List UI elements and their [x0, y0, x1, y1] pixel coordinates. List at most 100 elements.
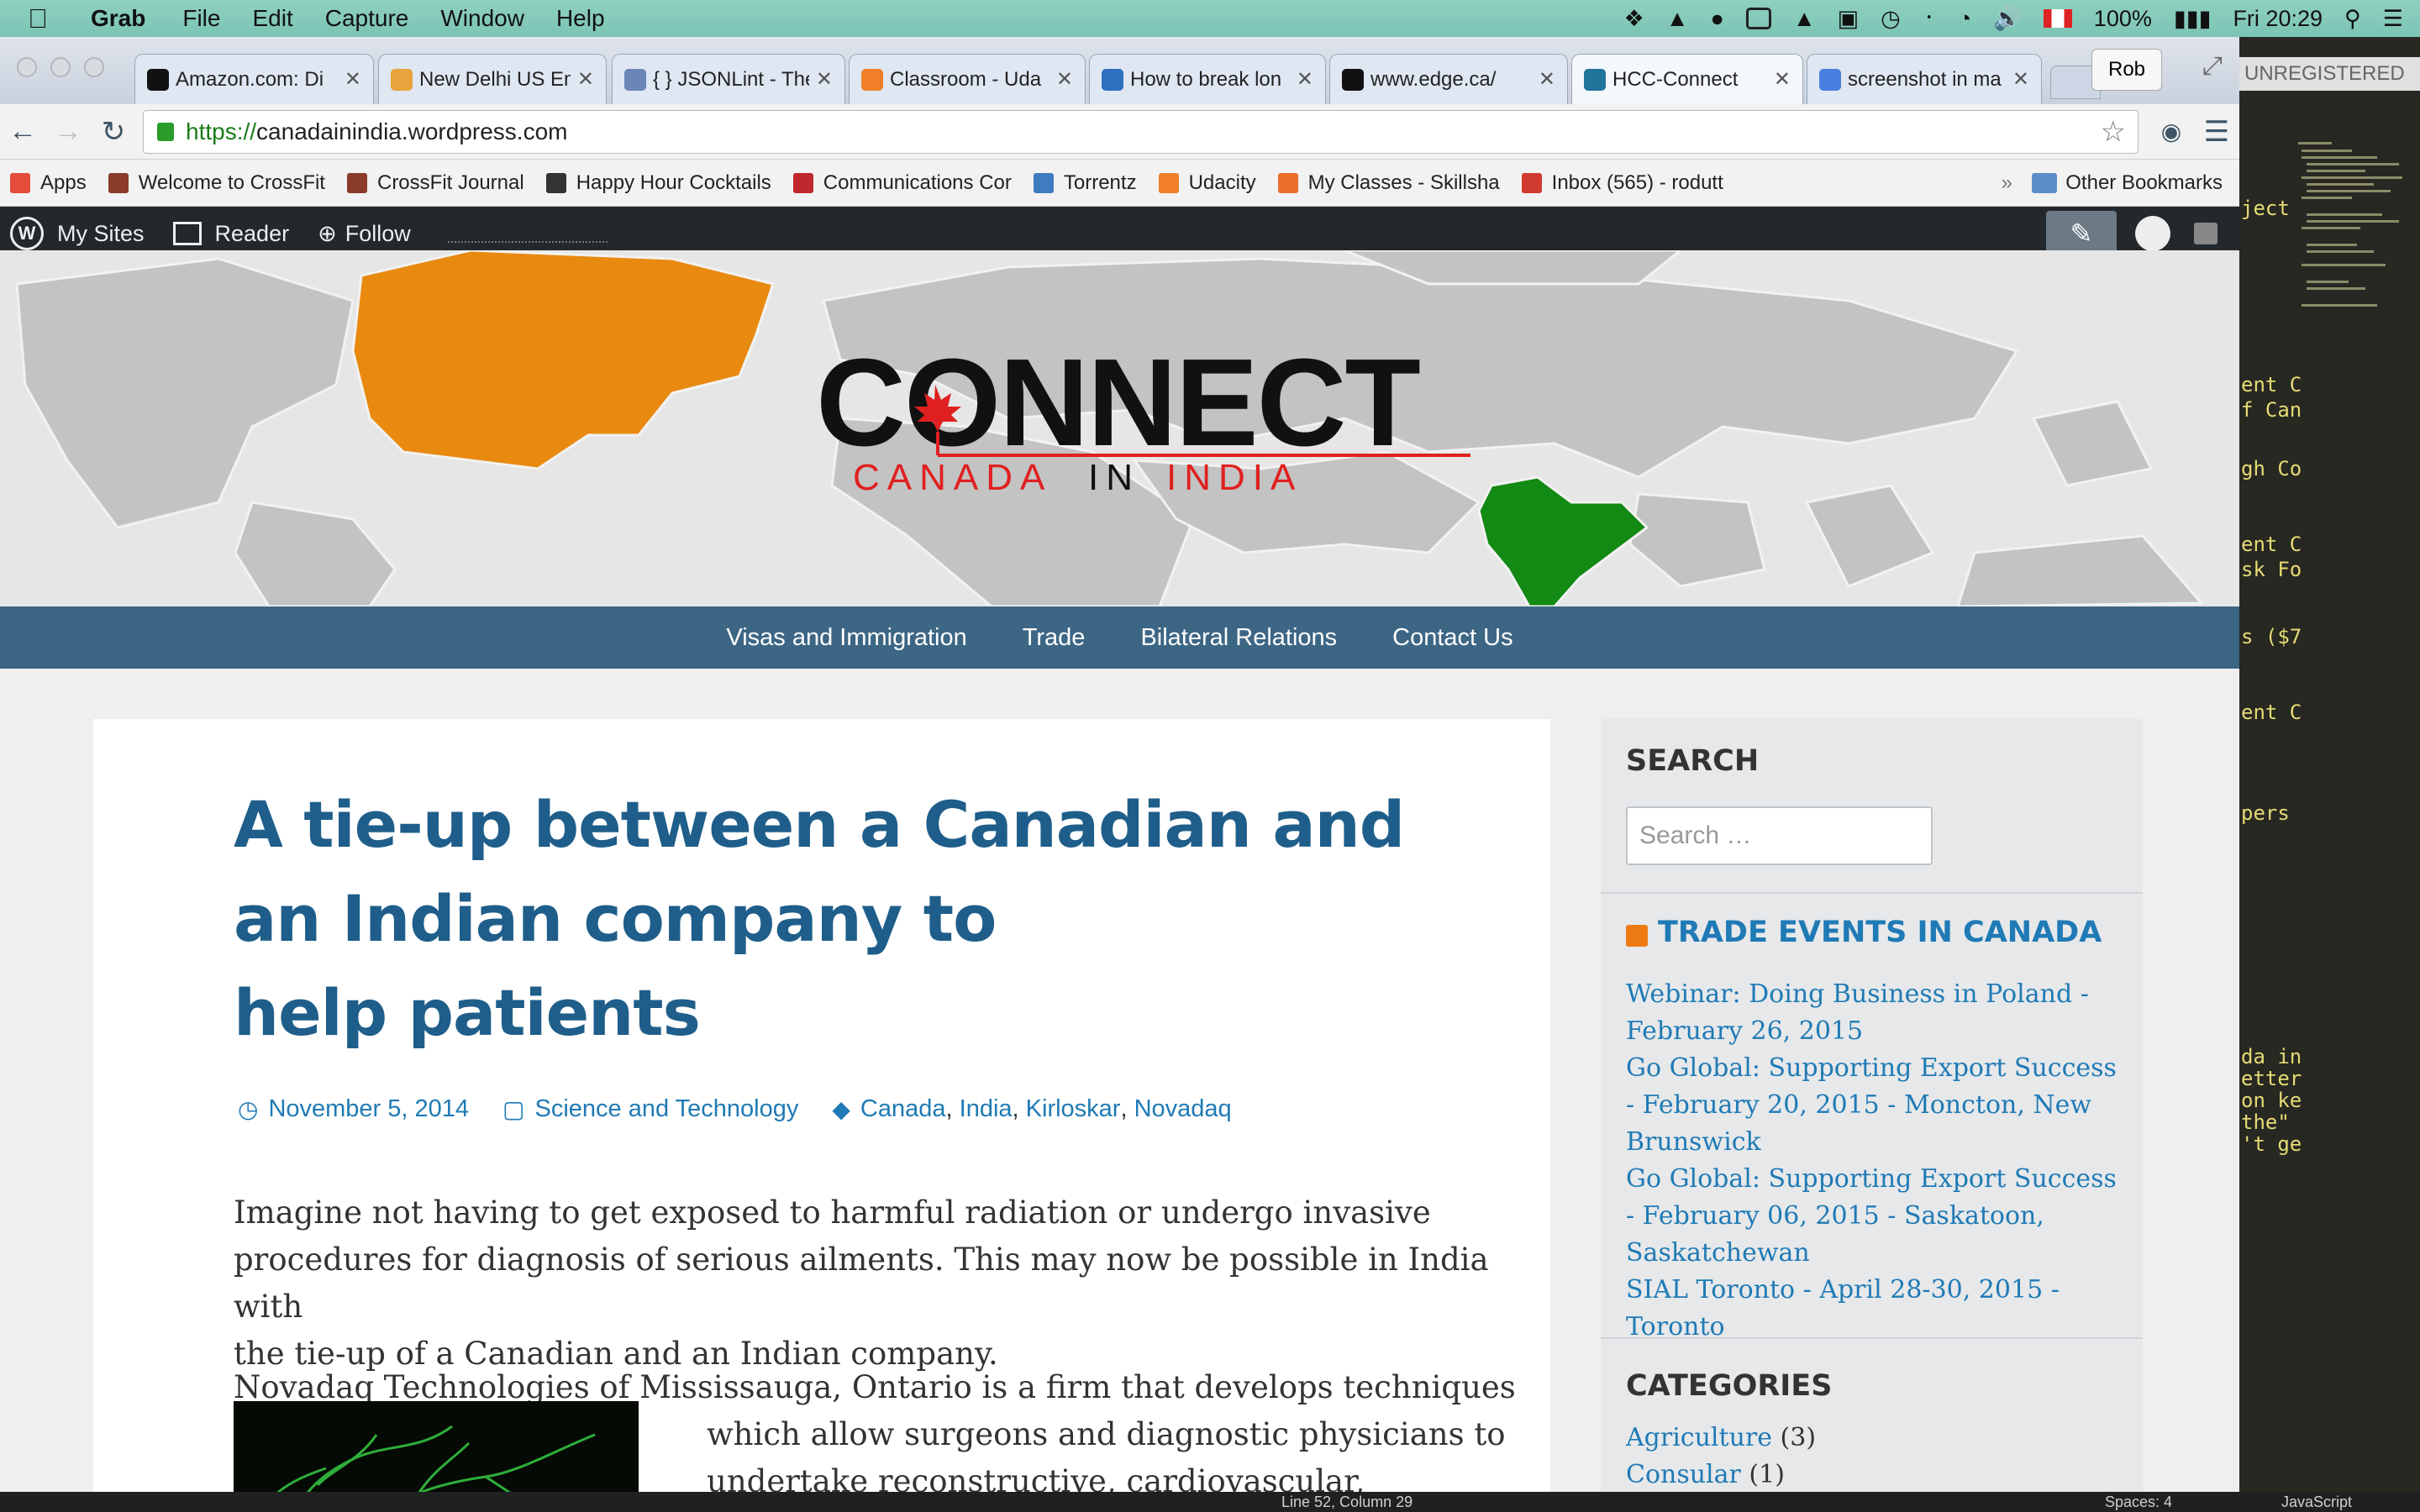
bookmark-item[interactable]: Torrentz — [1033, 171, 1137, 195]
menu-window[interactable]: Window — [440, 5, 524, 32]
bookmark-favicon-icon — [108, 172, 129, 193]
event-link[interactable]: Go Global: Supporting Export Success - F… — [1626, 1161, 2130, 1272]
nav-bilateral-relations[interactable]: Bilateral Relations — [1140, 624, 1337, 652]
follow-button[interactable]: ⊕ Follow — [318, 221, 411, 247]
bookmark-item[interactable]: Communications Cor — [792, 171, 1012, 195]
close-window-button[interactable] — [17, 57, 37, 77]
rss-icon[interactable] — [1626, 925, 1648, 947]
bookmark-item[interactable]: Welcome to CrossFit — [108, 171, 325, 195]
post-tag[interactable]: India — [960, 1095, 1013, 1123]
tab-title: { } JSONLint - The JS — [653, 67, 809, 91]
syntax-mode[interactable]: JavaScript — [2281, 1494, 2352, 1511]
minimize-window-button[interactable] — [50, 57, 71, 77]
evernote-icon[interactable]: ● — [1711, 6, 1724, 32]
code-line: f Can — [2241, 398, 2302, 422]
address-bar[interactable]: https:// canadainindia.wordpress.com ☆ — [143, 109, 2139, 154]
search-input[interactable]: Search … — [1626, 806, 1933, 865]
browser-tab[interactable]: Classroom - Uda ✕ — [849, 54, 1086, 104]
category-link[interactable]: Consular — [1626, 1460, 1741, 1489]
bookmark-item[interactable]: Apps — [10, 171, 87, 195]
checkbox-app-icon[interactable] — [1745, 8, 1771, 29]
bookmark-item[interactable]: CrossFit Journal — [346, 171, 524, 195]
browser-tab[interactable]: How to break lon ✕ — [1089, 54, 1326, 104]
menu-edit[interactable]: Edit — [252, 5, 292, 32]
logo-in: IN — [1088, 457, 1140, 494]
tab-close-icon[interactable]: ✕ — [1774, 67, 1791, 92]
browser-tab[interactable]: www.edge.ca/ ✕ — [1329, 54, 1568, 104]
tab-close-icon[interactable]: ✕ — [1297, 67, 1313, 92]
indentation-setting[interactable]: Spaces: 4 — [2105, 1494, 2172, 1511]
drive-icon[interactable]: ▲ — [1666, 6, 1689, 32]
menu-app-grab[interactable]: Grab — [91, 5, 145, 32]
editor-minimap[interactable] — [2290, 138, 2416, 390]
post-title[interactable]: A tie-up between a Canadian and an India… — [234, 778, 1410, 1060]
nav-visas-and-immigration[interactable]: Visas and Immigration — [726, 624, 966, 652]
event-link[interactable]: SIAL Toronto - April 28-30, 2015 - Toron… — [1626, 1272, 2130, 1346]
clock[interactable]: Fri 20:29 — [2233, 6, 2323, 32]
nav-trade[interactable]: Trade — [1023, 624, 1086, 652]
bluetooth-icon[interactable]: ᛫ — [1923, 6, 1936, 32]
notification-center-icon[interactable]: ☰ — [2383, 6, 2403, 32]
battery-percent[interactable]: 100% — [2094, 6, 2152, 32]
time-machine-icon[interactable]: ◷ — [1881, 6, 1901, 32]
airplay-icon[interactable]: ▣ — [1838, 6, 1860, 32]
browser-tab[interactable]: HCC-Connect ✕ — [1571, 54, 1803, 104]
tab-close-icon[interactable]: ✕ — [2012, 67, 2029, 92]
my-sites-menu[interactable]: W My Sites — [0, 217, 145, 250]
spotlight-search-icon[interactable]: ⚲ — [2344, 6, 2361, 32]
browser-tab[interactable]: New Delhi US Em ✕ — [378, 54, 607, 104]
tab-close-icon[interactable]: ✕ — [1539, 67, 1555, 92]
menu-capture[interactable]: Capture — [325, 5, 409, 32]
tab-close-icon[interactable]: ✕ — [816, 67, 833, 92]
event-link[interactable]: Webinar: Doing Business in Poland - Febr… — [1626, 976, 2130, 1050]
browser-tab[interactable]: screenshot in ma ✕ — [1807, 54, 2042, 104]
category-link[interactable]: Agriculture — [1626, 1423, 1772, 1452]
post-title-line: an Indian company to — [234, 881, 997, 956]
fullscreen-icon[interactable]: ⤢ — [2202, 52, 2223, 81]
user-avatar[interactable] — [2135, 216, 2170, 251]
bookmark-item[interactable]: Inbox (565) - rodutt — [1521, 171, 1723, 195]
apple-menu-icon[interactable]:  — [0, 3, 76, 34]
bookmark-star-icon[interactable]: ☆ — [2101, 115, 2126, 149]
forward-arrow-icon[interactable]: → — [45, 115, 91, 148]
bookmark-favicon-icon — [545, 172, 566, 193]
canada-flag-icon[interactable] — [2043, 9, 2072, 28]
browser-tab[interactable]: Amazon.com: Di ✕ — [134, 54, 374, 104]
browser-tab[interactable]: { } JSONLint - The JS ✕ — [612, 54, 845, 104]
bookmark-item[interactable]: My Classes - Skillsha — [1277, 171, 1500, 195]
post-tag[interactable]: Novadaq — [1134, 1095, 1232, 1123]
notifications-icon[interactable] — [2194, 223, 2217, 244]
profile-button[interactable]: Rob — [2091, 49, 2162, 91]
more-bookmarks-chevron-icon[interactable]: » — [2002, 171, 2012, 195]
back-arrow-icon[interactable]: ← — [0, 115, 45, 148]
bookmark-item[interactable]: Happy Hour Cocktails — [545, 171, 771, 195]
reload-icon[interactable]: ↻ — [91, 115, 136, 149]
chrome-menu-icon[interactable]: ☰ — [2194, 115, 2239, 149]
battery-icon[interactable]: ▮▮▮ — [2174, 6, 2212, 32]
background-code-editor[interactable]: UNREGISTERED ject ent Cf Can gh Co ent Csk … — [2239, 37, 2420, 1512]
post-tag[interactable]: Canada — [860, 1095, 946, 1123]
rss-widget-title[interactable]: TRADE EVENTS IN CANADA — [1658, 916, 2102, 949]
bell-icon[interactable]: ▲ — [1793, 6, 1816, 32]
write-post-button[interactable]: ✎ — [2046, 211, 2117, 256]
reader-menu[interactable]: Reader — [172, 221, 289, 247]
other-bookmarks-folder[interactable]: Other Bookmarks — [2032, 160, 2223, 207]
menu-help[interactable]: Help — [556, 5, 605, 32]
tab-close-icon[interactable]: ✕ — [577, 67, 594, 92]
event-link[interactable]: Go Global: Supporting Export Success - F… — [1626, 1050, 2130, 1161]
post-category[interactable]: Science and Technology — [535, 1095, 799, 1123]
nav-contact-us[interactable]: Contact Us — [1392, 624, 1512, 652]
volume-icon[interactable]: 🔊 — [1993, 5, 2022, 32]
extension-icon[interactable]: ◉ — [2149, 118, 2194, 145]
tab-close-icon[interactable]: ✕ — [345, 67, 361, 92]
post-tag[interactable]: Kirloskar — [1026, 1095, 1121, 1123]
menu-file[interactable]: File — [182, 5, 220, 32]
bookmark-item[interactable]: Udacity — [1158, 171, 1256, 195]
logo-india: INDIA — [1166, 457, 1302, 494]
wifi-icon[interactable]: ◔ — [1958, 6, 1971, 32]
zoom-window-button[interactable] — [84, 57, 104, 77]
post-date[interactable]: November 5, 2014 — [268, 1095, 469, 1123]
tab-close-icon[interactable]: ✕ — [1056, 67, 1073, 92]
bookmarks-bar: Apps Welcome to CrossFit CrossFit Journal H… — [0, 160, 2239, 207]
dropbox-icon[interactable]: ❖ — [1624, 6, 1644, 32]
